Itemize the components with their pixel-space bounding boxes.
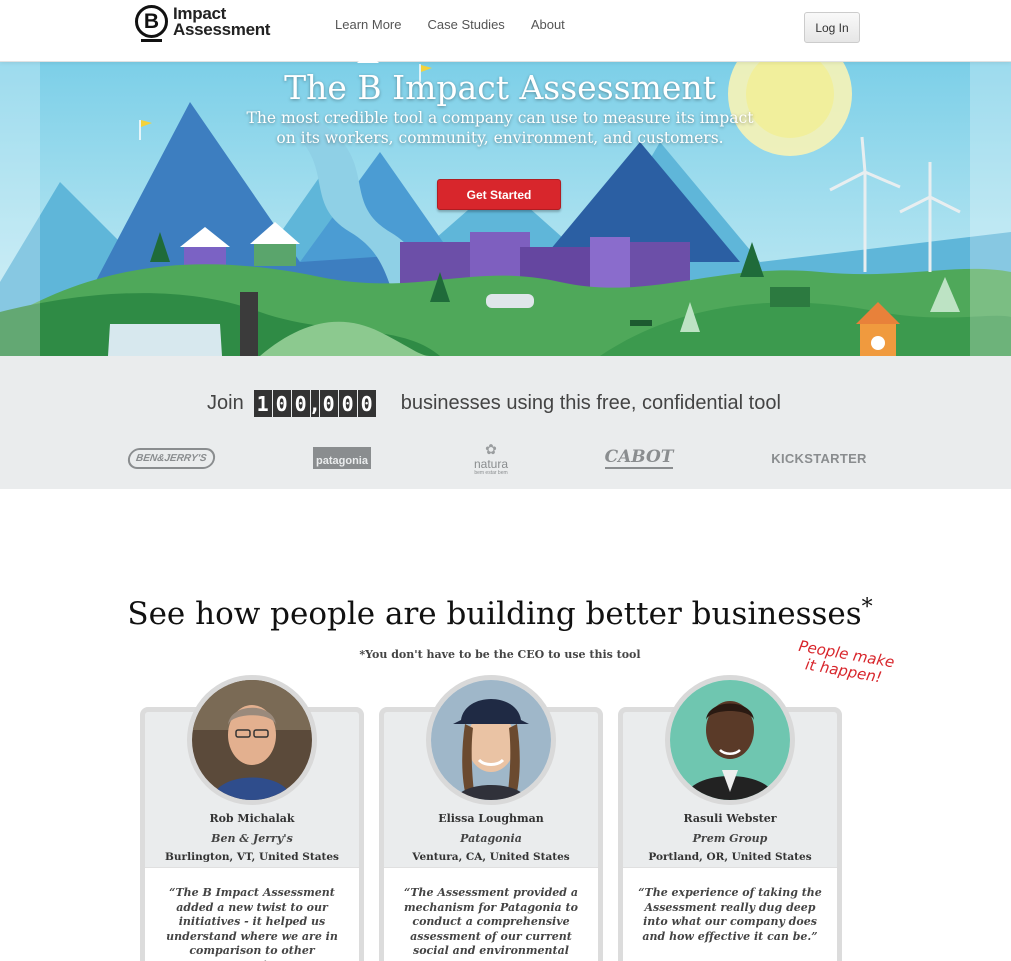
counter-digit: 1 [253, 390, 272, 417]
person-photo [431, 680, 551, 800]
counter-separator: , [308, 390, 321, 417]
login-button[interactable]: Log In [804, 12, 860, 43]
person-company: Prem Group [692, 832, 768, 845]
avatar[interactable] [187, 675, 317, 805]
nav-case-studies[interactable]: Case Studies [414, 0, 517, 50]
counter-digit: 0 [338, 390, 357, 417]
get-started-button[interactable]: Get Started [437, 179, 561, 210]
brand-logos: BEN&JERRY'S patagonia ✿ natura bem estar… [0, 440, 1011, 476]
person-location: Portland, OR, United States [648, 851, 812, 863]
kickstarter-wordmark: KICKSTARTER [771, 450, 867, 466]
cabot-logo: CABOT [604, 440, 674, 476]
person-location: Ventura, CA, United States [412, 851, 570, 863]
hero-subtitle: The most credible tool a company can use… [246, 109, 754, 147]
natura-logo: ✿ natura bem estar bem [462, 440, 520, 476]
person-name: Rob Michalak [209, 812, 295, 825]
logo-line-2: Assessment [173, 19, 271, 39]
cabot-wordmark: CABOT [604, 447, 674, 469]
counter-digit: 0 [291, 390, 310, 417]
nav-about-label: About [530, 17, 565, 32]
join-band: Join 1 0 0 , 0 0 0 businesses using this… [0, 356, 1011, 489]
person-company: Ben & Jerry's [211, 832, 293, 845]
ben-and-jerrys-logo: BEN&JERRY'S [126, 440, 216, 476]
patagonia-wordmark: patagonia [313, 447, 371, 469]
person-company: Patagonia [460, 832, 522, 845]
person-photo [192, 680, 312, 800]
avatar[interactable] [665, 675, 795, 805]
counter-digit: 0 [357, 390, 376, 417]
patagonia-logo: patagonia [309, 440, 375, 476]
b-impact-logo[interactable]: B Impact Assessment [135, 5, 271, 42]
nav-learn-more-label: Learn More [335, 17, 402, 32]
stories-title: See how people are building better busin… [0, 595, 1000, 632]
ben-and-jerrys-wordmark: BEN&JERRY'S [126, 447, 216, 469]
person-location: Burlington, VT, United States [165, 851, 339, 863]
main-nav: Learn More Case Studies About [322, 0, 578, 63]
active-nav-caret [357, 52, 380, 63]
person-photo [670, 680, 790, 800]
join-suffix: businesses using this free, confidential… [400, 392, 781, 414]
logo-wordmark: Impact Assessment [173, 5, 271, 39]
natura-wordmark: natura [473, 456, 509, 471]
kickstarter-logo: KICKSTARTER [766, 440, 872, 476]
person-name: Rasuli Webster [683, 812, 777, 825]
natura-flower-icon: ✿ [485, 440, 497, 457]
hero-title: The B Impact Assessment [284, 68, 716, 107]
site-header: B Impact Assessment Learn More Case Stud… [0, 0, 1011, 63]
stories-title-mark: * [861, 595, 873, 620]
counter-digit: 0 [319, 390, 338, 417]
testimonial-quote: “The Assessment provided a mechanism for… [404, 886, 578, 961]
b-corp-icon: B [135, 5, 168, 42]
nav-learn-more[interactable]: Learn More [322, 0, 414, 63]
counter-digit: 0 [272, 390, 291, 417]
testimonial-quote: “The B Impact Assessment added a new twi… [166, 886, 338, 961]
natura-tagline: bem estar bem [474, 469, 508, 476]
testimonial-quote: “The experience of taking the Assessment… [638, 886, 822, 943]
person-name: Elissa Loughman [438, 812, 544, 825]
stories-title-text: See how people are building better busin… [127, 596, 862, 632]
join-line: Join 1 0 0 , 0 0 0 businesses using this… [207, 390, 781, 417]
business-counter: 1 0 0 , 0 0 0 [253, 390, 377, 417]
nav-about[interactable]: About [518, 0, 578, 50]
avatar[interactable] [426, 675, 556, 805]
nav-case-studies-label: Case Studies [427, 17, 505, 32]
handwritten-note: People make it happen! [797, 636, 896, 687]
join-prefix: Join [207, 392, 244, 414]
hero-banner: The B Impact Assessment The most credibl… [0, 62, 1011, 356]
